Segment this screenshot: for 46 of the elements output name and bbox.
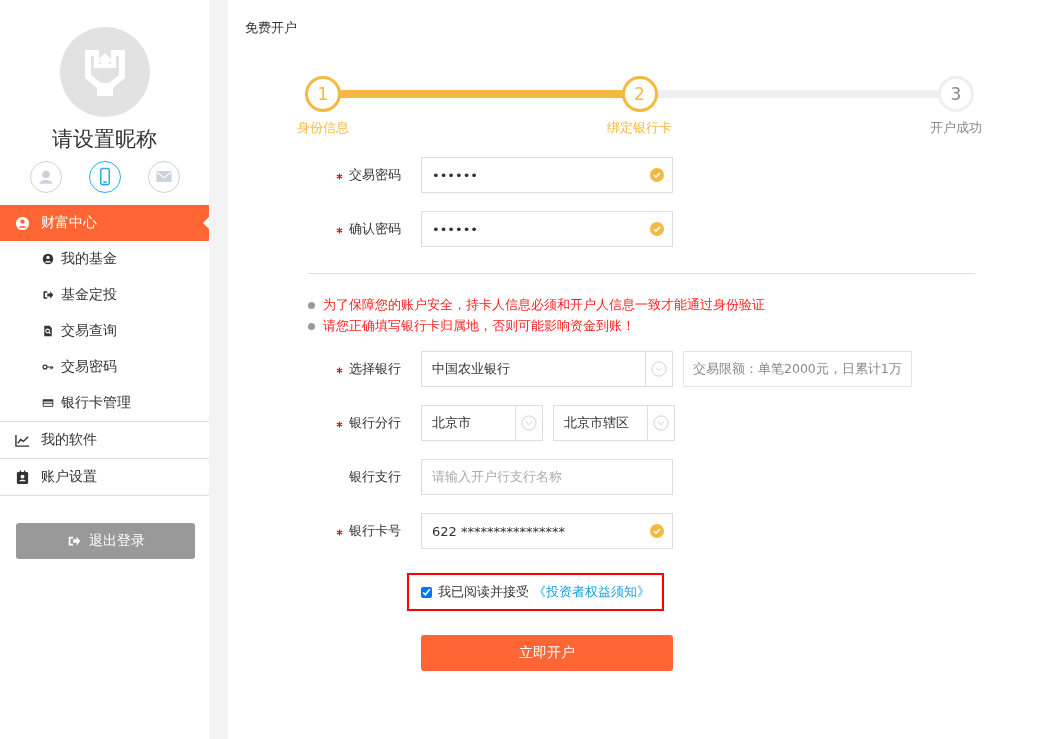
user-circle-icon (42, 253, 54, 265)
region-select[interactable]: 北京市辖区 (553, 405, 675, 441)
input-field[interactable]: 622 **************** (421, 513, 673, 549)
submenu-item[interactable]: 交易密码 (0, 349, 209, 385)
field-label: 选择银行 (349, 360, 401, 378)
password-field[interactable]: •••••• (421, 157, 673, 193)
menu-item[interactable]: 账户设置 (0, 459, 209, 496)
warning-note: 请您正确填写银行卡归属地，否则可能影响资金到账！ (323, 318, 635, 335)
menu-item[interactable]: 我的软件 (0, 422, 209, 459)
submenu-item[interactable]: 我的基金 (0, 241, 209, 277)
bullet-icon (308, 323, 315, 330)
sign-out-icon (42, 289, 54, 301)
dropdown-icon (521, 415, 537, 431)
bullet-icon (308, 302, 315, 309)
password-field[interactable]: •••••• (421, 211, 673, 247)
page-title: 免费开户 (244, 19, 298, 37)
step-label: 开户成功 (930, 119, 982, 137)
user-circle-icon (15, 215, 30, 231)
step-label: 身份信息 (297, 119, 349, 137)
field-label: 交易密码 (349, 166, 401, 184)
nickname: 请设置昵称 (52, 126, 157, 153)
dropdown-icon (653, 415, 669, 431)
agreement-checkbox[interactable] (421, 586, 432, 598)
field-label: 银行卡号 (349, 522, 401, 540)
warning-note: 为了保障您的账户安全，持卡人信息必须和开户人信息一致才能通过身份验证 (323, 297, 765, 314)
key-icon (42, 361, 54, 373)
region-select[interactable]: 北京市 (421, 405, 543, 441)
limit-tooltip: 交易限额：单笔2000元，日累计1万 (683, 351, 912, 387)
submenu-item[interactable]: 交易查询 (0, 313, 209, 349)
sign-out-icon (66, 534, 81, 548)
submenu-item[interactable]: 基金定投 (0, 277, 209, 313)
agreement-text: 我已阅读并接受 (438, 583, 529, 601)
dropdown-icon (651, 361, 667, 377)
step-number: 2 (621, 76, 658, 112)
step-label: 绑定银行卡 (607, 119, 672, 137)
submenu-item[interactable]: 银行卡管理 (0, 385, 209, 421)
id-card-icon (15, 469, 30, 485)
step-number: 3 (938, 76, 974, 112)
document-search-icon (42, 325, 54, 337)
chart-icon (15, 432, 30, 448)
field-label: 确认密码 (349, 220, 401, 238)
bank-select[interactable]: 中国农业银行 (421, 351, 673, 387)
field-label: 银行分行 (349, 414, 401, 432)
field-label: 银行支行 (349, 468, 401, 486)
step-number: 1 (305, 76, 341, 112)
credit-card-icon (42, 397, 54, 409)
